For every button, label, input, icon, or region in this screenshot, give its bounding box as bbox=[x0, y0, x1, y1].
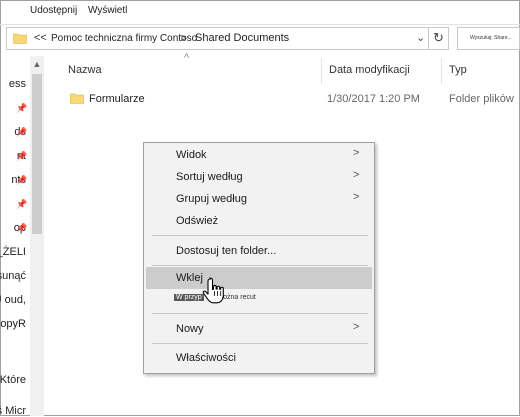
menu-item-paste[interactable]: Wklej bbox=[176, 272, 203, 284]
scroll-up-icon[interactable]: ▲ bbox=[30, 56, 44, 72]
breadcrumb-separator-icon[interactable]: > bbox=[180, 31, 187, 45]
tooltip-boxed-text: W przyp bbox=[174, 294, 204, 301]
file-name[interactable]: Formularze bbox=[89, 93, 145, 105]
nav-item[interactable]: ess bbox=[9, 78, 26, 90]
column-divider[interactable] bbox=[441, 58, 442, 84]
menu-item-new[interactable]: Nowy bbox=[176, 323, 204, 335]
submenu-arrow-icon: > bbox=[353, 147, 360, 159]
menu-item-refresh[interactable]: Odśwież bbox=[176, 215, 218, 227]
menu-separator bbox=[152, 343, 368, 344]
file-type: Folder plików bbox=[449, 93, 514, 105]
pin-icon: 📌 bbox=[16, 151, 28, 161]
pin-icon: 📌 bbox=[16, 199, 28, 209]
submenu-arrow-icon: > bbox=[353, 169, 360, 181]
menu-item-view[interactable]: Widok bbox=[176, 149, 207, 161]
refresh-icon: ↻ bbox=[433, 30, 444, 45]
menu-separator bbox=[152, 235, 368, 236]
tab-share[interactable]: Udostępnij bbox=[30, 5, 77, 16]
folder-icon bbox=[70, 93, 84, 104]
menu-item-sort-by[interactable]: Sortuj według bbox=[176, 171, 243, 183]
hand-cursor-icon bbox=[202, 277, 224, 304]
address-bar[interactable]: << Pomoc techniczna firmy Contoso > Shar… bbox=[6, 27, 449, 50]
nav-item[interactable]: ś Micr bbox=[0, 405, 26, 417]
pin-icon: 📌 bbox=[16, 127, 28, 137]
pin-icon: 📌 bbox=[16, 175, 28, 185]
nav-item[interactable]: r usunąć bbox=[0, 270, 26, 282]
submenu-arrow-icon: > bbox=[353, 191, 360, 203]
chevron-down-icon[interactable]: ⌄ bbox=[416, 31, 425, 44]
scroll-thumb[interactable] bbox=[32, 74, 42, 234]
menu-item-group-by[interactable]: Grupuj według bbox=[176, 193, 247, 205]
nav-item[interactable]: CopyR bbox=[0, 318, 26, 330]
nav-item[interactable]: r U oud, bbox=[0, 294, 26, 306]
nav-scrollbar[interactable]: ▲ bbox=[30, 56, 44, 416]
sort-indicator-icon: ^ bbox=[184, 52, 190, 64]
breadcrumb-item-contoso[interactable]: Pomoc techniczna firmy Contoso bbox=[51, 33, 197, 44]
menu-separator bbox=[152, 265, 368, 266]
folder-icon bbox=[13, 33, 27, 44]
refresh-button[interactable]: ↻ bbox=[428, 27, 449, 50]
menu-separator bbox=[152, 313, 368, 314]
column-header-modified[interactable]: Data modyfikacji bbox=[329, 64, 410, 76]
pin-icon: 📌 bbox=[16, 103, 28, 113]
nav-item[interactable]: J_ŻELI bbox=[0, 246, 26, 258]
tab-view[interactable]: Wyświetl bbox=[88, 5, 127, 16]
file-modified: 1/30/2017 1:20 PM bbox=[327, 93, 420, 105]
context-menu: Widok > Sortuj według > Grupuj według > … bbox=[143, 142, 375, 374]
search-placeholder: Wyszukaj: Share... bbox=[470, 35, 512, 41]
pin-icon: 📌 bbox=[16, 223, 28, 233]
ribbon: Udostępnij Wyświetl bbox=[0, 0, 520, 25]
breadcrumb-item-shared-documents[interactable]: Shared Documents bbox=[195, 32, 289, 44]
menu-item-customize-folder[interactable]: Dostosuj ten folder... bbox=[176, 245, 276, 257]
column-header-type[interactable]: Typ bbox=[449, 64, 467, 76]
search-box[interactable]: Wyszukaj: Share... bbox=[457, 27, 520, 50]
column-header-name[interactable]: Nazwa bbox=[68, 64, 102, 76]
nav-item[interactable]: Które bbox=[0, 374, 26, 386]
submenu-arrow-icon: > bbox=[353, 321, 360, 333]
column-divider[interactable] bbox=[321, 58, 322, 84]
menu-item-properties[interactable]: Właściwości bbox=[176, 352, 236, 364]
breadcrumb-overflow-icon[interactable]: << bbox=[34, 32, 47, 44]
